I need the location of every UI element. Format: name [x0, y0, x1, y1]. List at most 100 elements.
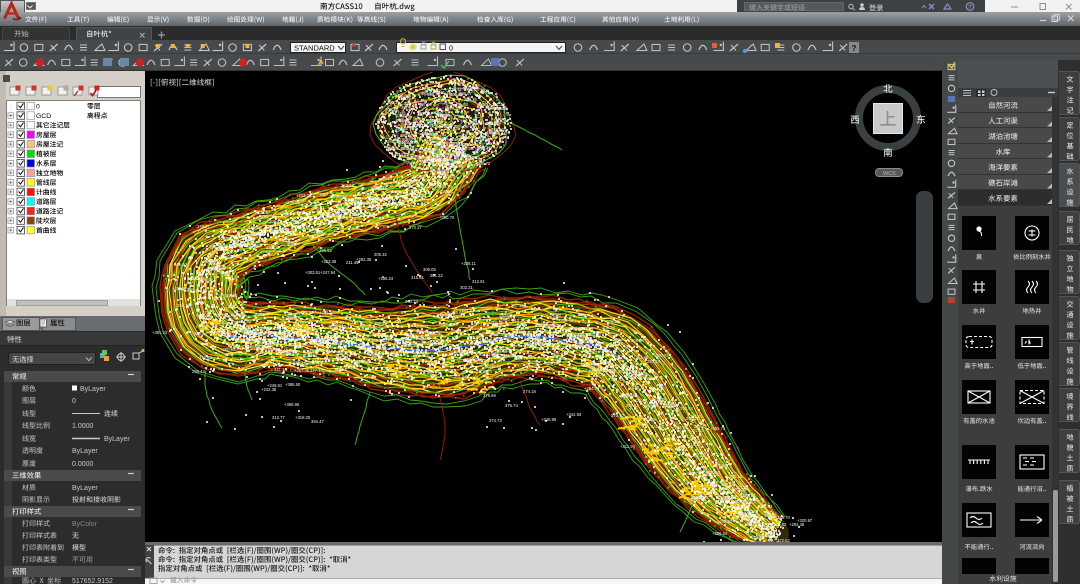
svg-text:ByLayer: ByLayer [104, 436, 130, 443]
svg-text:0: 0 [72, 398, 76, 405]
svg-text:203.16: 203.16 [194, 331, 207, 336]
svg-text:315.81: 315.81 [411, 275, 424, 280]
svg-text:297.29: 297.29 [647, 359, 660, 364]
svg-text:282.79: 282.79 [589, 367, 602, 372]
svg-text:+236.67: +236.67 [319, 310, 335, 315]
svg-text:403.04: 403.04 [457, 153, 470, 158]
svg-text:312.39: 312.39 [354, 192, 367, 197]
svg-text:232.72: 232.72 [221, 306, 234, 311]
svg-text:1.0000: 1.0000 [72, 423, 94, 430]
svg-text:274.18: 274.18 [523, 389, 536, 394]
svg-text:392.37: 392.37 [441, 123, 454, 128]
svg-text:319.38: 319.38 [688, 442, 701, 447]
svg-text:321.56: 321.56 [714, 463, 727, 468]
svg-text:+376.43: +376.43 [757, 504, 773, 509]
svg-text:238.14: 238.14 [729, 474, 742, 479]
svg-text:+236.06: +236.06 [486, 364, 502, 369]
svg-text:409.48: 409.48 [471, 142, 484, 147]
svg-text:STANDARD: STANDARD [294, 44, 335, 53]
svg-text:+313.09: +313.09 [440, 174, 456, 179]
svg-text:380.28: 380.28 [440, 189, 453, 194]
svg-text:374.73: 374.73 [489, 418, 502, 423]
svg-text:+277.24: +277.24 [733, 485, 749, 490]
svg-text:274.37: 274.37 [409, 225, 422, 230]
svg-text:+342.18: +342.18 [578, 326, 594, 331]
svg-text:+350.70: +350.70 [439, 215, 455, 220]
svg-text:273.79: 273.79 [475, 322, 488, 327]
svg-text:232.18: 232.18 [512, 328, 525, 333]
svg-text:+259.04: +259.04 [524, 364, 540, 369]
svg-text:ByLayer: ByLayer [80, 386, 106, 393]
svg-text:309.08: 309.08 [631, 338, 644, 343]
svg-text:331.10: 331.10 [356, 209, 369, 214]
svg-text:277.44: 277.44 [310, 368, 323, 373]
svg-text:356.25: 356.25 [374, 321, 387, 326]
svg-text:373.72: 373.72 [611, 413, 624, 418]
svg-text:387.87: 387.87 [401, 105, 414, 110]
svg-text:+270.24: +270.24 [595, 348, 611, 353]
svg-text:+317.33: +317.33 [546, 323, 562, 328]
svg-text:353.82: 353.82 [314, 358, 327, 363]
svg-text:291.36: 291.36 [700, 493, 713, 498]
svg-text:341.57: 341.57 [651, 424, 664, 429]
svg-text:+371.66: +371.66 [765, 540, 781, 545]
svg-text:309.05: 309.05 [423, 267, 436, 272]
svg-text:+276.35: +276.35 [367, 204, 383, 209]
svg-text:329.31: 329.31 [765, 531, 778, 536]
svg-text:+389.74: +389.74 [685, 471, 701, 476]
svg-text:376.70: 376.70 [777, 515, 790, 520]
svg-text:+201.97: +201.97 [459, 308, 475, 313]
svg-text:+214.14: +214.14 [292, 217, 308, 222]
svg-text:335.22: 335.22 [764, 513, 777, 518]
svg-text:+287.58: +287.58 [627, 375, 643, 380]
svg-text:517652.9152: 517652.9152 [72, 578, 113, 584]
svg-text:253.95: 253.95 [735, 499, 748, 504]
svg-text:201.22: 201.22 [430, 273, 443, 278]
svg-text:+219.83: +219.83 [771, 522, 787, 527]
svg-text:249.34: 249.34 [428, 178, 441, 183]
svg-text:+273.30: +273.30 [298, 310, 314, 315]
svg-text:+344.61: +344.61 [236, 319, 252, 324]
svg-text:390.03: 390.03 [417, 111, 430, 116]
svg-text:+377.36: +377.36 [362, 326, 378, 331]
svg-text:+252.80: +252.80 [438, 322, 454, 327]
svg-text:219.81: 219.81 [427, 341, 440, 346]
svg-text:394.01: 394.01 [455, 124, 468, 129]
svg-text:226.06: 226.06 [654, 397, 667, 402]
svg-text:381.25: 381.25 [398, 96, 411, 101]
svg-text:+386.50: +386.50 [285, 382, 301, 387]
svg-text:381.40: 381.40 [487, 121, 500, 126]
svg-text:+223.38: +223.38 [321, 259, 337, 264]
svg-text:243.02: 243.02 [195, 288, 208, 293]
svg-text:339.02: 339.02 [287, 200, 300, 205]
svg-text:289.06: 289.06 [256, 215, 269, 220]
svg-text:345.18: 345.18 [418, 184, 431, 189]
svg-text:+228.53: +228.53 [604, 319, 620, 324]
svg-text:+333.36: +333.36 [203, 267, 219, 272]
svg-text:+303.51: +303.51 [305, 270, 321, 275]
svg-text:+238.11: +238.11 [461, 261, 477, 266]
svg-text:+205.34: +205.34 [439, 362, 455, 367]
svg-text:234.43: 234.43 [696, 450, 709, 455]
svg-text:279.79: 279.79 [730, 510, 743, 515]
svg-text:414.88: 414.88 [433, 98, 446, 103]
svg-text:+223.38: +223.38 [296, 193, 312, 198]
svg-text:408.64: 408.64 [437, 113, 450, 118]
svg-text:+329.92: +329.92 [653, 353, 669, 358]
svg-text:409.85: 409.85 [470, 120, 483, 125]
svg-text:403.34: 403.34 [421, 131, 434, 136]
svg-text:0: 0 [449, 44, 453, 53]
svg-text:255.21: 255.21 [434, 184, 447, 189]
svg-text:306.36: 306.36 [602, 325, 615, 330]
svg-text:386.52: 386.52 [491, 127, 504, 132]
svg-text:398.54: 398.54 [399, 154, 412, 159]
svg-text:+221.73: +221.73 [383, 176, 399, 181]
svg-text:379.94: 379.94 [310, 201, 323, 206]
svg-text:+321.77: +321.77 [333, 204, 349, 209]
svg-text:+247.94: +247.94 [320, 270, 336, 275]
svg-text:282.24: 282.24 [209, 244, 222, 249]
svg-text:265.52: 265.52 [319, 248, 332, 253]
svg-text:+280.02: +280.02 [356, 359, 372, 364]
svg-text:+220.57: +220.57 [501, 333, 517, 338]
svg-text:361.01: 361.01 [312, 206, 325, 211]
